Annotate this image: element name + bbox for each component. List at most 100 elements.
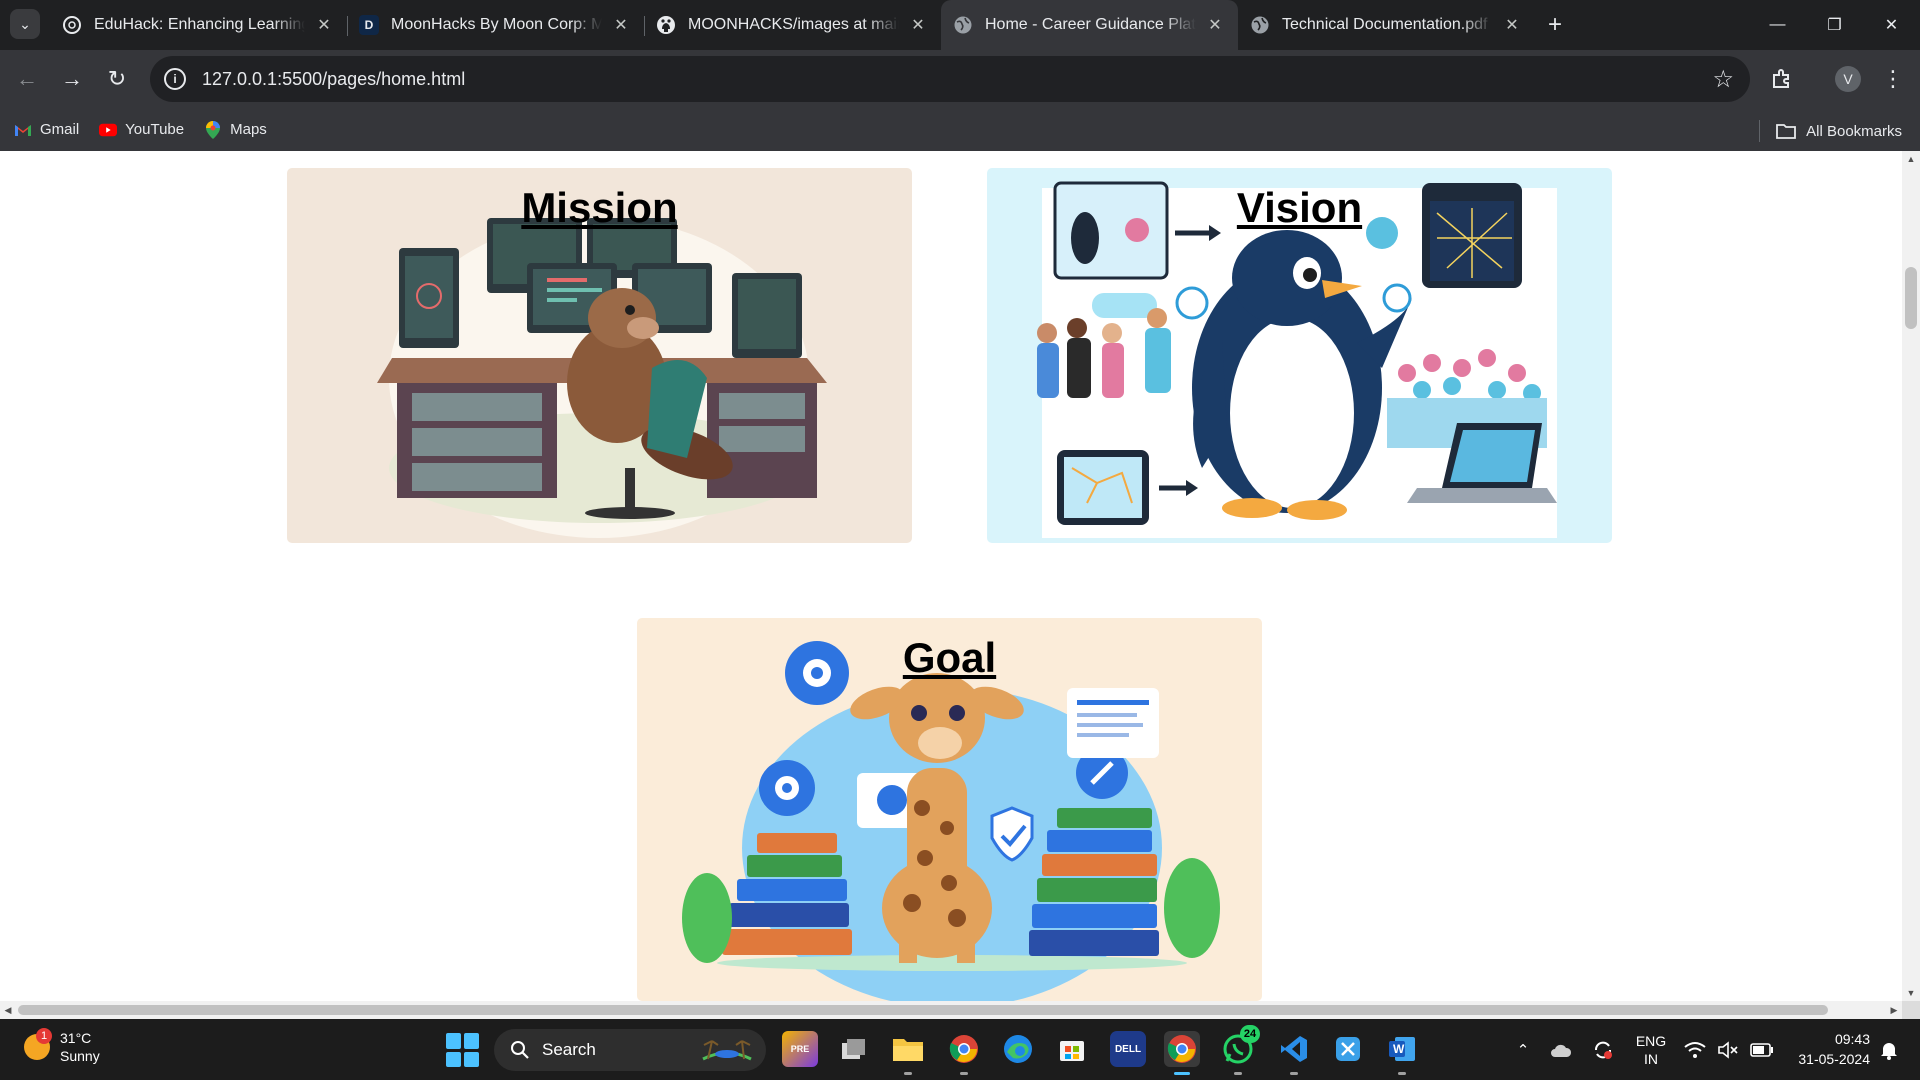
site-info-icon[interactable]: i (164, 68, 186, 90)
scroll-right-icon[interactable]: ▶ (1886, 1001, 1902, 1019)
address-bar[interactable]: i 127.0.0.1:5500/pages/home.html ☆ (150, 56, 1750, 102)
scroll-left-icon[interactable]: ◀ (0, 1001, 16, 1019)
language-indicator[interactable]: ENG IN (1630, 1019, 1672, 1080)
vision-card: Vision (987, 168, 1612, 543)
horizontal-scrollbar[interactable]: ◀ ▶ (0, 1001, 1902, 1019)
wifi-icon (1684, 1041, 1706, 1058)
bookmark-label: Gmail (40, 121, 80, 138)
close-icon: ✕ (1884, 17, 1899, 34)
window-controls: — ❐ ✕ (1749, 0, 1920, 50)
running-indicator (1174, 1072, 1190, 1075)
bookmark-label: YouTube (125, 121, 185, 138)
notifications-button[interactable] (1874, 1019, 1904, 1080)
chrome-menu-button[interactable]: ⋮ (1876, 62, 1910, 96)
quick-settings-button[interactable] (1684, 1019, 1774, 1080)
tab-home-career-guidance[interactable]: Home - Career Guidance Platfor ✕ (941, 0, 1238, 50)
folder-icon (1776, 124, 1797, 139)
tab-title: Home - Career Guidance Platfor (985, 16, 1196, 33)
bookmark-star-icon[interactable]: ☆ (1712, 65, 1734, 94)
search-icon (511, 1041, 529, 1059)
vertical-scrollbar[interactable]: ▲ ▼ (1902, 151, 1920, 1001)
search-highlight-icon (702, 1040, 752, 1061)
task-view-app[interactable] (836, 1031, 872, 1067)
word-app[interactable]: W (1384, 1031, 1420, 1075)
new-tab-button[interactable]: + (1535, 0, 1575, 50)
close-window-button[interactable]: ✕ (1863, 0, 1920, 50)
tab-moonhacks[interactable]: D MoonHacks By Moon Corp: Mo ✕ (347, 0, 644, 50)
all-bookmarks-label: All Bookmarks (1806, 122, 1902, 140)
close-tab-icon[interactable]: ✕ (610, 14, 632, 36)
copilot-icon: PRE (790, 1044, 810, 1054)
tab-search-button[interactable]: ⌄ (10, 9, 40, 39)
tab-title: MoonHacks By Moon Corp: Mo (391, 16, 602, 33)
plus-icon: + (1547, 11, 1562, 38)
scrollbar-thumb[interactable] (18, 1005, 1828, 1015)
dell-app[interactable]: DELL (1110, 1031, 1146, 1067)
tab-eduhack[interactable]: EduHack: Enhancing Learning E ✕ (50, 0, 347, 50)
all-bookmarks-button[interactable]: All Bookmarks (1759, 120, 1902, 142)
forward-button[interactable]: → (55, 62, 89, 96)
weather-widget[interactable]: 1 31°C Sunny (24, 1028, 100, 1065)
tab-technical-documentation[interactable]: Technical Documentation.pdf ✕ (1238, 0, 1535, 50)
chrome-active-app[interactable] (1164, 1031, 1200, 1075)
running-indicator (960, 1072, 968, 1075)
restore-button[interactable]: ❐ (1806, 0, 1863, 50)
running-indicator (904, 1072, 912, 1075)
chatgpt-icon (62, 15, 82, 35)
bookmark-maps[interactable]: Maps (204, 120, 267, 139)
show-hidden-icons-button[interactable]: ⌃ (1508, 1019, 1538, 1080)
task-view-icon (842, 1039, 865, 1059)
url-text[interactable]: 127.0.0.1:5500/pages/home.html (202, 69, 465, 90)
globe-icon (953, 15, 973, 35)
extensions-button[interactable] (1764, 62, 1800, 96)
reload-button[interactable]: ↻ (100, 62, 134, 96)
copilot-app[interactable]: PRE (782, 1031, 818, 1067)
close-tab-icon[interactable]: ✕ (1501, 14, 1523, 36)
running-indicator (1234, 1072, 1242, 1075)
windows-logo-icon (464, 1033, 479, 1049)
tab-strip: ⌄ EduHack: Enhancing Learning E ✕ D Moon… (0, 0, 1920, 50)
sync-button[interactable] (1588, 1019, 1618, 1080)
sun-icon: 1 (24, 1028, 52, 1060)
tab-title: MOONHACKS/images at main · (688, 16, 899, 33)
edge-icon (1004, 1035, 1032, 1063)
scroll-up-icon[interactable]: ▲ (1902, 151, 1920, 167)
back-button[interactable]: ← (10, 62, 44, 96)
page-viewport: Mission Vision Goal (0, 151, 1902, 1001)
clock-time: 09:43 (1834, 1031, 1870, 1047)
edge-app[interactable] (1000, 1031, 1036, 1067)
start-button[interactable] (446, 1033, 480, 1067)
tab-title: Technical Documentation.pdf (1282, 16, 1488, 33)
goal-card: Goal (637, 618, 1262, 1001)
onedrive-button[interactable] (1546, 1019, 1576, 1080)
taskbar-search[interactable]: Search (494, 1029, 766, 1071)
gmail-icon (14, 122, 32, 138)
arrow-left-icon: ← (16, 66, 38, 91)
minimize-button[interactable]: — (1749, 0, 1806, 50)
scroll-down-icon[interactable]: ▼ (1902, 985, 1920, 1001)
close-tab-icon[interactable]: ✕ (1204, 14, 1226, 36)
whatsapp-app[interactable]: 24 (1220, 1025, 1260, 1075)
bookmark-youtube[interactable]: YouTube (99, 121, 184, 138)
mission-title: Mission (521, 184, 678, 231)
close-tab-icon[interactable]: ✕ (313, 14, 335, 36)
devfolio-icon: D (359, 15, 379, 35)
file-explorer-app[interactable] (890, 1031, 926, 1075)
scrollbar-thumb[interactable] (1905, 267, 1917, 329)
system-clock[interactable]: 09:43 31-05-2024 (1798, 1029, 1870, 1069)
close-tab-icon[interactable]: ✕ (907, 14, 929, 36)
vscode-app[interactable] (1276, 1031, 1312, 1075)
tab-github[interactable]: MOONHACKS/images at main · ✕ (644, 0, 941, 50)
microsoft-store-app[interactable] (1054, 1031, 1090, 1067)
battery-icon (1750, 1042, 1773, 1057)
profile-button[interactable]: V (1830, 62, 1866, 96)
youtube-icon (99, 122, 118, 138)
chrome-app[interactable] (946, 1031, 982, 1075)
bookmark-gmail[interactable]: Gmail (14, 121, 79, 138)
weather-condition: Sunny (60, 1048, 100, 1064)
store-icon (1060, 1041, 1084, 1061)
tab-list: EduHack: Enhancing Learning E ✕ D MoonHa… (50, 0, 1575, 50)
tab-title: EduHack: Enhancing Learning E (94, 16, 305, 33)
snipping-tool-app[interactable] (1330, 1031, 1366, 1067)
chevron-up-icon: ⌃ (1516, 1041, 1530, 1059)
